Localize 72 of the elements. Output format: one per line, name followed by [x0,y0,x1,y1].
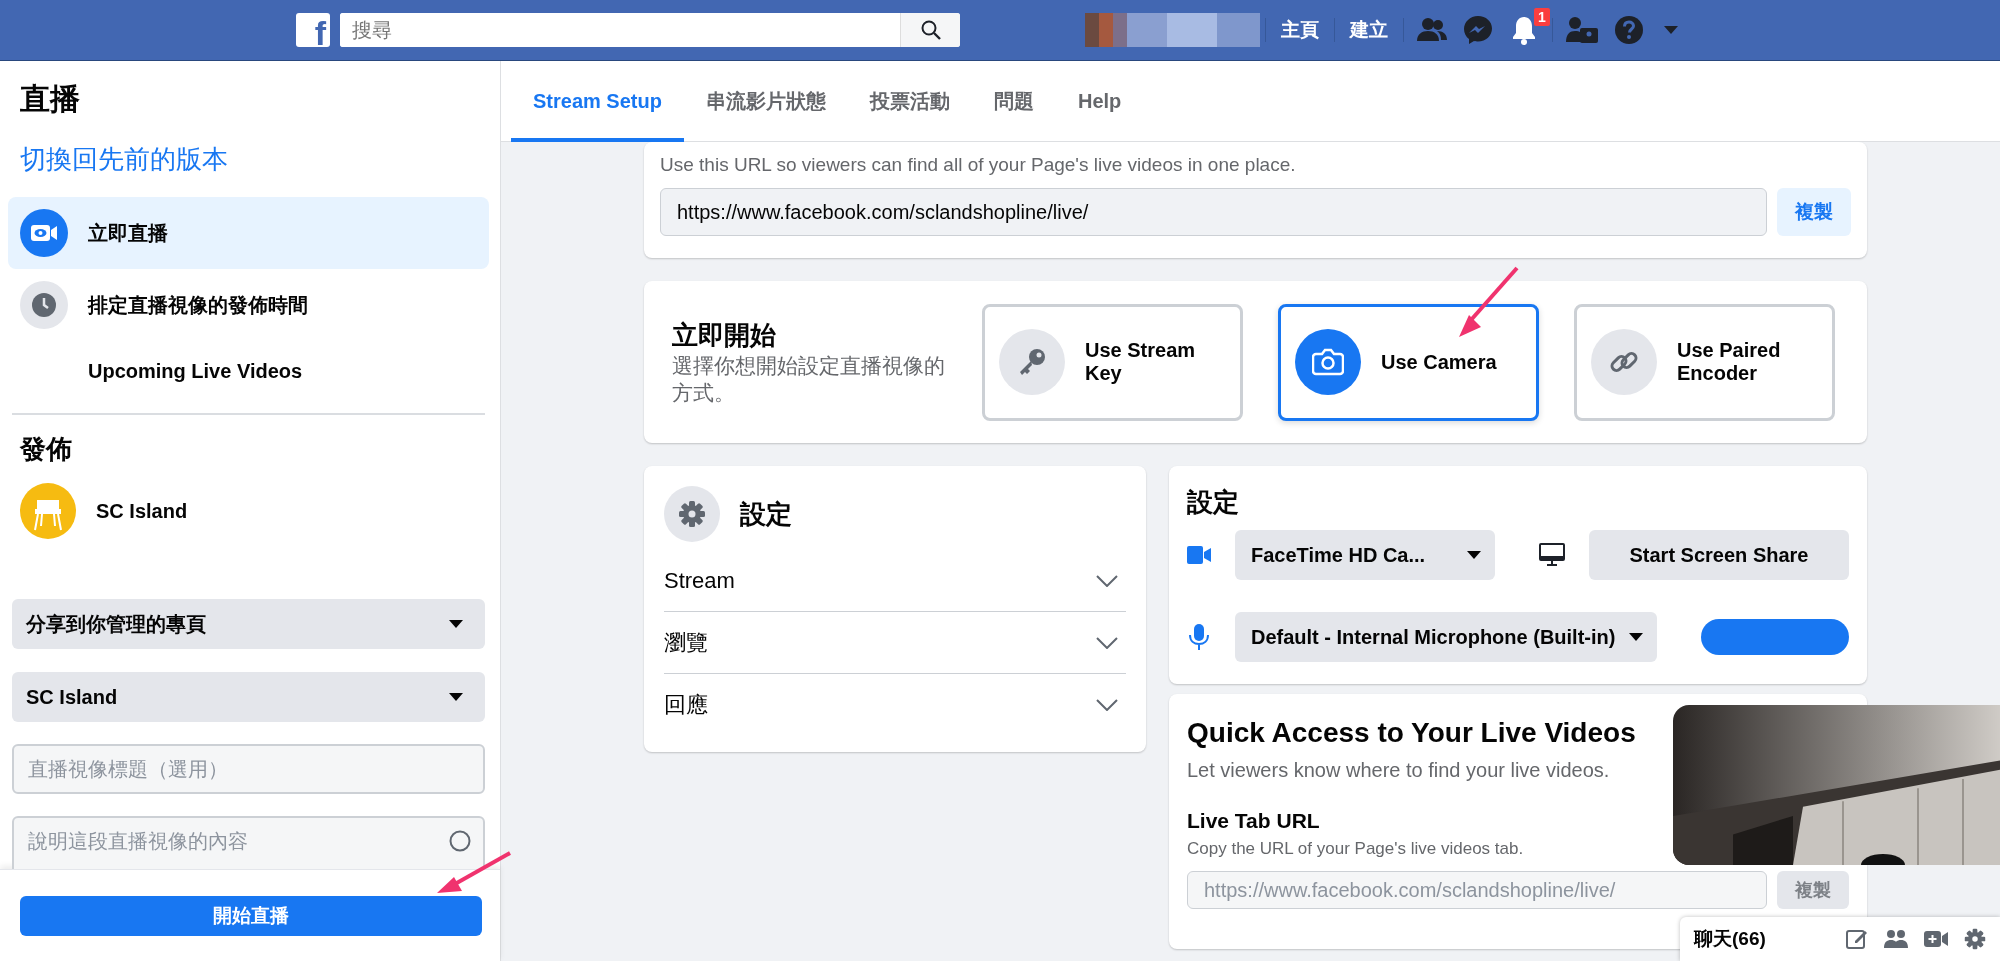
chevron-icon [1096,699,1118,711]
caret-icon [1629,633,1644,641]
caret-icon [1467,551,1481,559]
field-hint: Copy the URL of your Page's live videos tab. [1187,839,1525,859]
action-button[interactable] [1701,619,1849,655]
help-icon[interactable] [1614,15,1644,45]
group-icon[interactable] [1884,928,1908,950]
search-icon [920,20,941,40]
section-heading: 發佈 [20,433,73,466]
page-title: 直播 [20,81,81,117]
video-call-icon[interactable] [1924,929,1948,949]
settings-icon[interactable] [1964,928,1986,950]
chat-bar[interactable]: 聊天(66) [1680,917,2000,961]
chat-label[interactable]: 聊天(66) [1694,926,1766,952]
person-card-icon[interactable] [1566,16,1598,44]
caret-icon [449,620,463,628]
panel-title: 設定 [740,497,792,531]
friends-icon[interactable] [1417,17,1447,43]
stream-option[interactable]: Use Stream Key [982,303,1243,421]
card-title: 立即開始 [672,319,777,352]
tab[interactable]: 串流影片狀態 [683,61,848,142]
screen-share-button[interactable]: Start Screen Share [1589,530,1849,580]
clock-icon [20,281,68,329]
chevron-icon [1096,574,1118,587]
accordion-row[interactable]: Stream [664,550,1126,612]
microphone-select[interactable]: Default - Internal Microphone (Built-in) [1235,612,1658,662]
copy-button[interactable]: 複製 [1777,188,1851,236]
description-field[interactable]: 說明這段直播視像的內容 [12,816,485,869]
sidebar-item[interactable]: 排定直播視像的發佈時間 [8,269,489,341]
caret-icon [1664,26,1678,34]
tab[interactable]: 投票活動 [847,61,972,142]
key-icon [1017,347,1047,377]
share-dropdown[interactable]: 分享到你管理的專頁 [12,599,485,649]
tab[interactable]: 問題 [971,61,1056,142]
messenger-icon[interactable] [1463,15,1493,45]
blurred-profile-drawing[interactable] [1085,13,1260,47]
card-title: 設定 [1187,486,1240,519]
facebook-logo[interactable]: f [296,13,330,47]
page-name: SC Island [96,499,188,523]
nav-link[interactable]: 主頁 [1271,13,1329,47]
camera-icon [1312,348,1344,376]
stream-option[interactable]: Use Camera [1278,303,1539,421]
live-video-icon [20,209,68,257]
url-field[interactable]: https://www.facebook.com/sclandshopline/live/ [660,188,1767,236]
microphone-icon [1189,623,1209,651]
search-button[interactable] [900,13,960,47]
tab[interactable]: Help [1055,61,1144,142]
emoji-icon[interactable] [449,830,471,852]
accordion-row[interactable]: 回應 [664,674,1126,736]
camera-select[interactable]: FaceTime HD Ca... [1235,530,1495,580]
title-field[interactable]: 直播視像標題（選用） [12,744,485,794]
compose-icon[interactable] [1846,928,1868,950]
monitor-icon [1539,543,1565,567]
sidebar-item[interactable]: 立即直播 [8,197,489,269]
card-title: Quick Access to Your Live Videos [1187,716,1637,750]
field-label: Live Tab URL [1187,808,1321,833]
page-avatar-icon [20,483,76,539]
sidebar-item[interactable]: Upcoming Live Videos [8,341,489,401]
nav-link[interactable]: 建立 [1340,13,1398,47]
accordion-row[interactable]: 瀏覽 [664,612,1126,674]
page-dropdown[interactable]: SC Island [12,672,485,722]
card-subtitle: Let viewers know where to find your live videos. [1187,758,1611,782]
stream-option[interactable]: Use Paired Encoder [1574,303,1835,421]
switch-version-link[interactable]: 切換回先前的版本 [20,141,228,177]
card-subtitle: 選擇你想開始設定直播視像的方式。 [672,353,946,406]
caret-icon [449,693,463,701]
video-camera-icon [1187,546,1211,564]
annotation-arrow [1459,266,1519,337]
notification-badge: 1 [1533,7,1551,27]
go-live-button[interactable]: 開始直播 [20,896,482,936]
chevron-icon [1096,636,1118,649]
card-description: Use this URL so viewers can find all of your Page's live videos in one place. [660,153,1297,177]
